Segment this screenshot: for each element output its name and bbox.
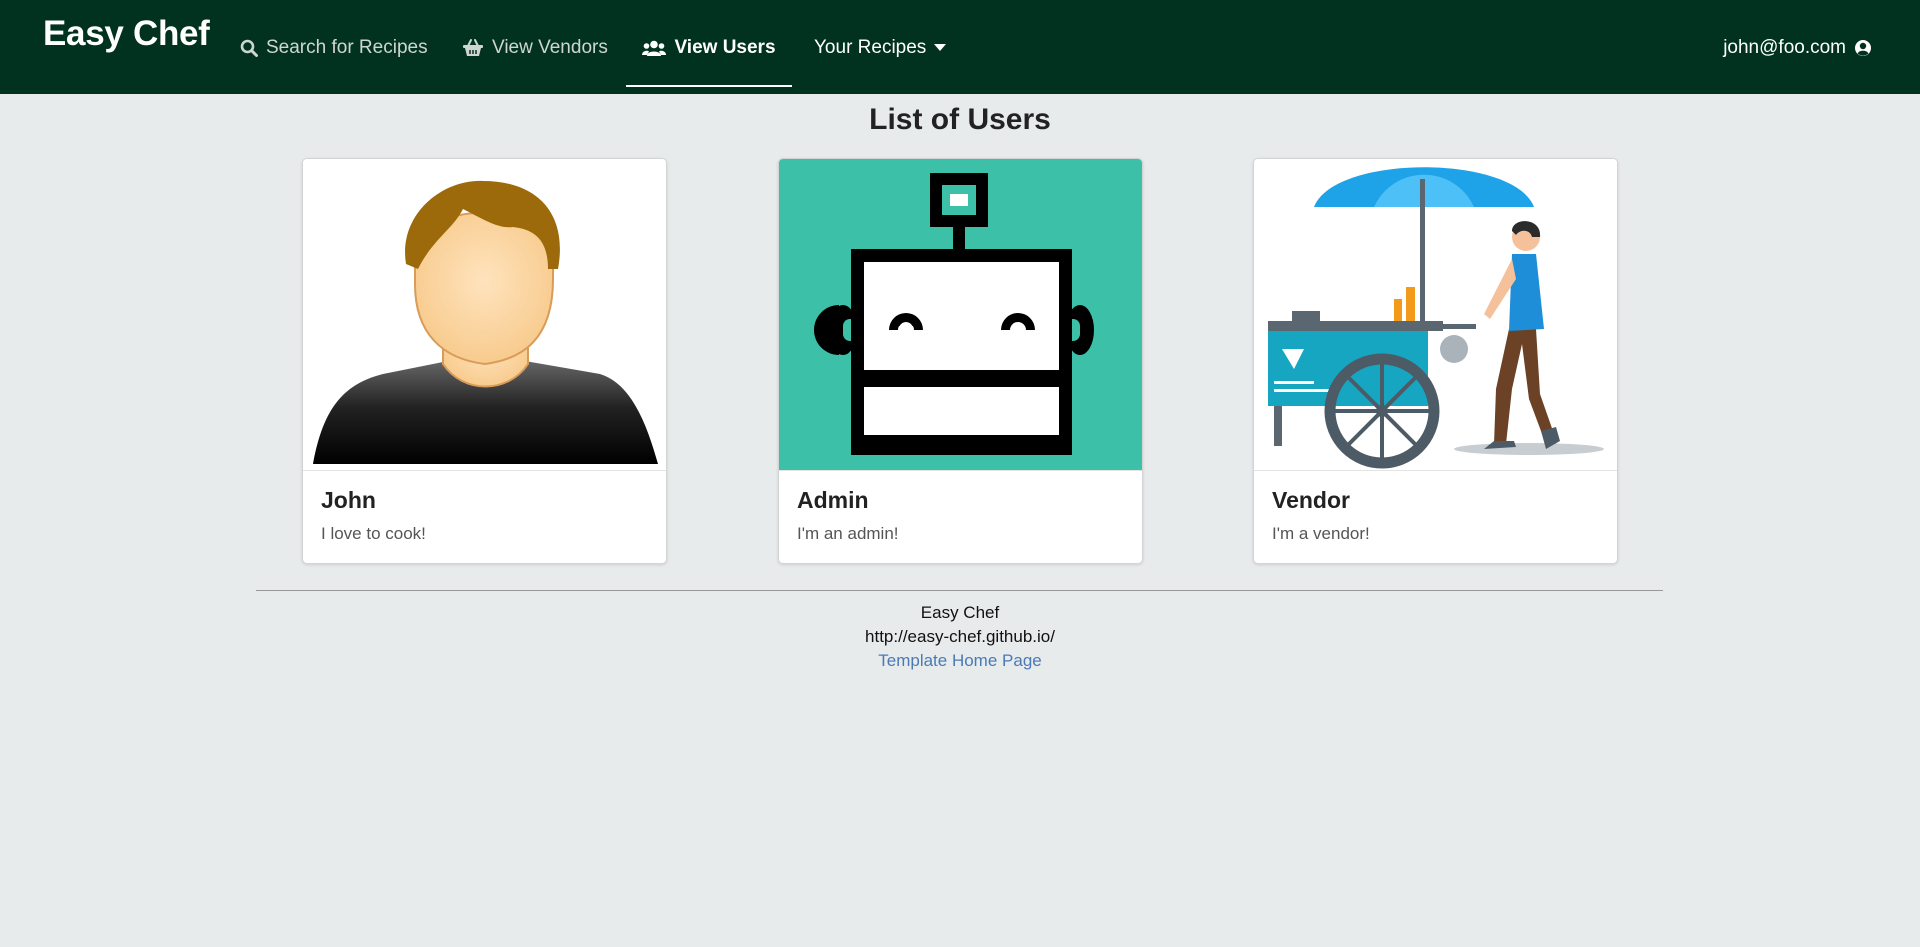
user-name: Vendor <box>1272 487 1350 513</box>
user-account-menu[interactable]: john@foo.com <box>1723 10 1872 86</box>
user-card-vendor[interactable]: Vendor I'm a vendor! <box>1253 158 1618 564</box>
basket-icon <box>462 39 484 57</box>
user-description: I'm an admin! <box>797 524 899 543</box>
users-icon <box>642 40 667 56</box>
active-tab-underline <box>626 85 792 87</box>
nav-view-vendors[interactable]: View Vendors <box>462 10 608 86</box>
user-description: I love to cook! <box>321 524 426 543</box>
search-icon <box>240 39 258 57</box>
footer-url: http://easy-chef.github.io/ <box>865 627 1055 646</box>
caret-down-icon <box>934 44 947 52</box>
footer-app-name: Easy Chef <box>920 603 1000 622</box>
nav-view-users[interactable]: View Users <box>626 10 792 87</box>
user-card-john[interactable]: John I love to cook! <box>302 158 667 564</box>
nav-your-recipes-dropdown[interactable]: Your Recipes <box>814 10 947 86</box>
nav-search-recipes[interactable]: Search for Recipes <box>240 10 428 86</box>
top-navbar: Easy Chef Search for Recipes View Vendor… <box>0 0 1920 94</box>
vendor-cart-illustration <box>1254 159 1617 471</box>
nav-recipes-label: Your Recipes <box>814 37 927 58</box>
user-name: Admin <box>797 487 869 513</box>
brand-logo[interactable]: Easy Chef <box>43 14 210 54</box>
nav-vendors-label: View Vendors <box>492 37 608 58</box>
user-description: I'm a vendor! <box>1272 524 1370 543</box>
nav-search-label: Search for Recipes <box>266 37 428 58</box>
user-email: john@foo.com <box>1723 37 1846 58</box>
person-avatar <box>303 159 666 471</box>
robot-avatar <box>779 159 1142 471</box>
nav-users-label: View Users <box>674 37 776 58</box>
user-name: John <box>321 487 376 513</box>
footer-divider <box>256 590 1663 591</box>
page-title: List of Users <box>869 103 1051 136</box>
footer-template-link[interactable]: Template Home Page <box>0 651 1920 671</box>
user-circle-icon <box>1854 39 1872 57</box>
user-card-admin[interactable]: Admin I'm an admin! <box>778 158 1143 564</box>
